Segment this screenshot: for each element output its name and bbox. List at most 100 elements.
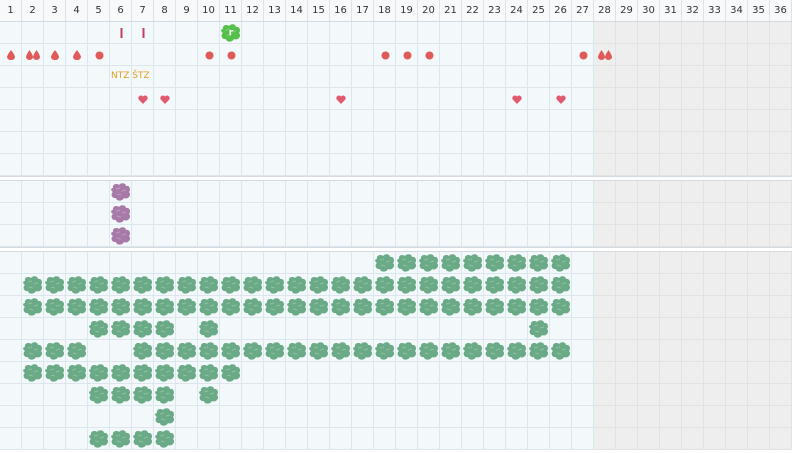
grid-cell[interactable] xyxy=(264,88,286,110)
grid-cell[interactable] xyxy=(176,181,198,203)
grid-cell[interactable] xyxy=(176,203,198,225)
dot-icon[interactable] xyxy=(572,44,594,66)
grid-cell[interactable] xyxy=(484,88,506,110)
grid-cell[interactable] xyxy=(396,22,418,44)
grid-cell[interactable] xyxy=(374,428,396,450)
grid-cell[interactable] xyxy=(726,318,748,340)
green-blob[interactable] xyxy=(176,362,198,384)
grid-cell[interactable] xyxy=(462,318,484,340)
green-blob[interactable] xyxy=(330,296,352,318)
grid-cell[interactable] xyxy=(286,181,308,203)
grid-cell[interactable] xyxy=(110,88,132,110)
grid-cell[interactable] xyxy=(330,181,352,203)
green-blob[interactable] xyxy=(132,428,154,450)
grid-cell[interactable] xyxy=(528,88,550,110)
grid-cell[interactable] xyxy=(352,384,374,406)
drop-icon[interactable] xyxy=(66,44,88,66)
grid-cell[interactable] xyxy=(638,154,660,176)
grid-cell[interactable] xyxy=(154,252,176,274)
grid-cell[interactable] xyxy=(44,428,66,450)
grid-cell[interactable] xyxy=(572,362,594,384)
purple-blob[interactable] xyxy=(110,181,132,203)
grid-cell[interactable] xyxy=(88,22,110,44)
green-blob[interactable] xyxy=(22,296,44,318)
grid-cell[interactable] xyxy=(726,154,748,176)
grid-cell[interactable] xyxy=(418,384,440,406)
grid-cell[interactable] xyxy=(176,44,198,66)
green-blob[interactable] xyxy=(22,274,44,296)
dot-icon[interactable] xyxy=(220,44,242,66)
grid-cell[interactable] xyxy=(418,88,440,110)
grid-cell[interactable] xyxy=(396,225,418,247)
grid-cell[interactable] xyxy=(660,384,682,406)
grid-cell[interactable] xyxy=(726,22,748,44)
grid-cell[interactable] xyxy=(770,274,792,296)
grid-cell[interactable] xyxy=(528,22,550,44)
grid-cell[interactable] xyxy=(44,88,66,110)
grid-cell[interactable] xyxy=(462,66,484,88)
grid-cell[interactable] xyxy=(308,428,330,450)
grid-cell[interactable] xyxy=(264,44,286,66)
grid-cell[interactable] xyxy=(616,132,638,154)
grid-cell[interactable] xyxy=(154,110,176,132)
grid-cell[interactable] xyxy=(506,44,528,66)
cell-note[interactable]: NTZ ŠTZ xyxy=(111,71,150,81)
day-header-2[interactable]: 2 xyxy=(22,0,44,22)
grid-cell[interactable] xyxy=(44,154,66,176)
grid-cell[interactable] xyxy=(638,44,660,66)
grid-cell[interactable] xyxy=(330,384,352,406)
grid-cell[interactable] xyxy=(396,384,418,406)
day-header-13[interactable]: 13 xyxy=(264,0,286,22)
grid-cell[interactable] xyxy=(286,88,308,110)
green-blob[interactable] xyxy=(88,318,110,340)
grid-cell[interactable] xyxy=(682,274,704,296)
day-header-7[interactable]: 7 xyxy=(132,0,154,22)
green-blob[interactable] xyxy=(22,340,44,362)
grid-cell[interactable] xyxy=(132,44,154,66)
grid-cell[interactable] xyxy=(660,88,682,110)
grid-cell[interactable] xyxy=(462,384,484,406)
grid-cell[interactable] xyxy=(748,274,770,296)
grid-cell[interactable] xyxy=(550,428,572,450)
grid-cell[interactable] xyxy=(616,406,638,428)
grid-cell[interactable] xyxy=(352,318,374,340)
grid-cell[interactable] xyxy=(484,44,506,66)
grid-cell[interactable] xyxy=(176,22,198,44)
grid-cell[interactable] xyxy=(66,110,88,132)
purple-blob[interactable] xyxy=(110,203,132,225)
grid-cell[interactable] xyxy=(330,22,352,44)
heart-icon[interactable] xyxy=(132,88,154,110)
grid-cell[interactable] xyxy=(440,181,462,203)
grid-cell[interactable] xyxy=(286,203,308,225)
green-blob[interactable] xyxy=(264,274,286,296)
green-blob[interactable] xyxy=(374,274,396,296)
grid-cell[interactable] xyxy=(440,384,462,406)
grid-cell[interactable] xyxy=(748,154,770,176)
grid-cell[interactable] xyxy=(748,181,770,203)
grid-cell[interactable] xyxy=(308,181,330,203)
grid-cell[interactable] xyxy=(286,44,308,66)
grid-cell[interactable] xyxy=(528,203,550,225)
grid-cell[interactable] xyxy=(704,181,726,203)
grid-cell[interactable] xyxy=(66,66,88,88)
green-blob[interactable] xyxy=(110,274,132,296)
grid-cell[interactable] xyxy=(484,318,506,340)
grid-cell[interactable] xyxy=(682,22,704,44)
day-header-27[interactable]: 27 xyxy=(572,0,594,22)
heart-icon[interactable] xyxy=(330,88,352,110)
grid-cell[interactable] xyxy=(660,44,682,66)
grid-cell[interactable] xyxy=(506,384,528,406)
grid-cell[interactable] xyxy=(286,428,308,450)
grid-cell[interactable] xyxy=(352,110,374,132)
grid-cell[interactable] xyxy=(572,296,594,318)
grid-cell[interactable] xyxy=(726,225,748,247)
grid-cell[interactable] xyxy=(594,252,616,274)
green-blob[interactable] xyxy=(132,274,154,296)
grid-cell[interactable] xyxy=(198,110,220,132)
green-blob[interactable] xyxy=(220,296,242,318)
green-blob[interactable] xyxy=(198,384,220,406)
grid-cell[interactable] xyxy=(220,384,242,406)
green-blob[interactable] xyxy=(88,428,110,450)
grid-cell[interactable] xyxy=(0,406,22,428)
grid-cell[interactable] xyxy=(550,22,572,44)
